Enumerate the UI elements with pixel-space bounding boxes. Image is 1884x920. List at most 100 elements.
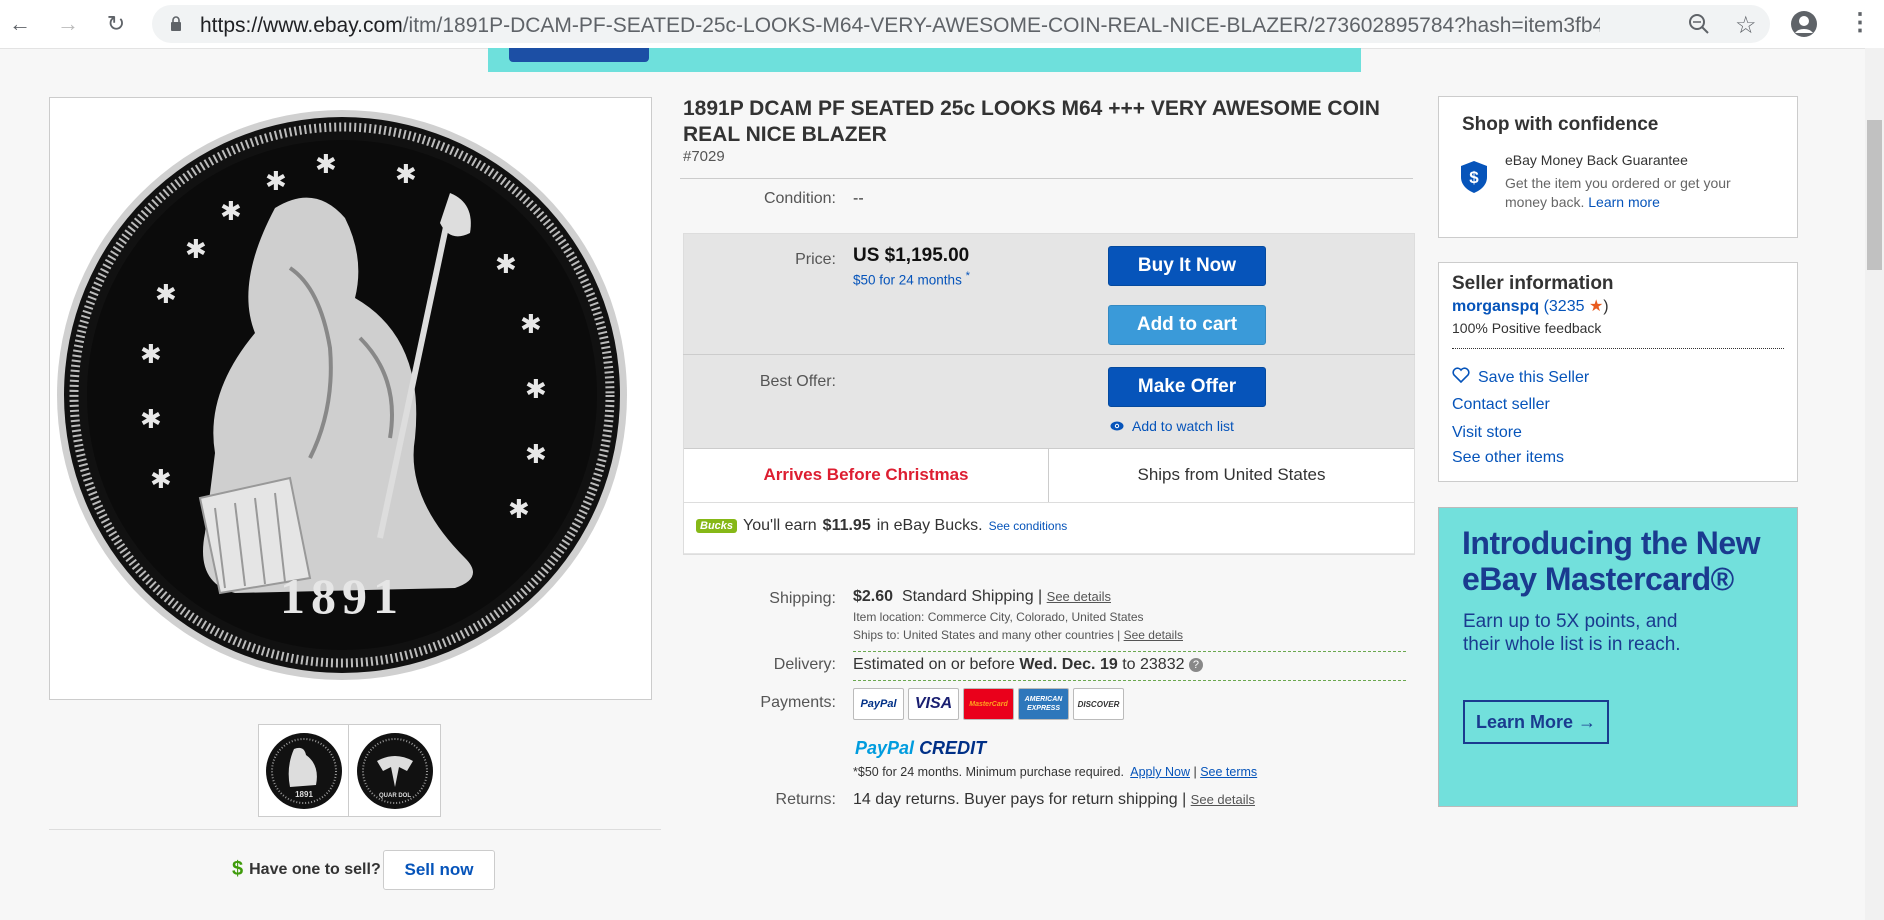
item-number: #7029 (683, 148, 725, 165)
add-to-cart-button[interactable]: Add to cart (1108, 305, 1266, 345)
visa-card-icon: VISA (908, 688, 959, 720)
divider (684, 502, 1414, 503)
dollar-icon: $ (232, 858, 244, 880)
discover-card-icon: DISCOVER (1073, 688, 1124, 720)
arrives-before-christmas: Arrives Before Christmas (763, 465, 969, 484)
svg-text:✱: ✱ (185, 234, 207, 264)
svg-text:✱: ✱ (520, 309, 542, 339)
returns-see-details-link[interactable]: See details (1191, 792, 1255, 807)
ad-headline: Introducing the New eBay Mastercard® (1462, 525, 1761, 597)
best-offer-label: Best Offer: (759, 373, 836, 390)
svg-text:QUAR DOL: QUAR DOL (379, 793, 411, 799)
svg-text:✱: ✱ (150, 464, 172, 494)
item-location: Item location: Commerce City, Colorado, … (853, 610, 1144, 624)
banner-card-image (509, 48, 649, 62)
learn-more-link[interactable]: Learn more (1588, 194, 1660, 210)
svg-text:✱: ✱ (140, 404, 162, 434)
positive-feedback: 100% Positive feedback (1452, 320, 1602, 336)
have-one-to-sell-text: Have one to sell? (249, 860, 381, 878)
bucks-post: in eBay Bucks. (876, 517, 983, 534)
feedback-score-link[interactable]: (3235 ★) (1544, 298, 1609, 315)
svg-text:✱: ✱ (140, 339, 162, 369)
account-icon[interactable] (1790, 10, 1818, 43)
shipping-line: $2.60 Standard Shipping | See details (853, 588, 1111, 606)
shipping-method: Standard Shipping | (901, 588, 1043, 605)
main-item-image[interactable]: ✱ ✱ ✱ ✱ ✱ ✱ ✱ ✱ ✱ ✱ ✱ ✱ ✱ ✱ 1891 (49, 97, 652, 700)
add-to-watch-list-link[interactable]: Add to watch list (1110, 418, 1234, 434)
divider (1452, 348, 1784, 349)
ships-to-text: Ships to: United States and many other c… (853, 628, 1121, 642)
have-one-to-sell: $ Have one to sell? (232, 858, 381, 881)
financing-link[interactable]: $50 for 24 months * (853, 270, 970, 288)
reload-icon[interactable]: ↻ (100, 8, 132, 40)
thumbnail-strip: 1891 QUAR DOL (258, 724, 441, 817)
save-seller-text[interactable]: Save this Seller (1478, 369, 1589, 387)
money-back-guarantee: eBay Money Back Guarantee (1505, 152, 1688, 168)
thumbnail-back[interactable]: QUAR DOL (350, 725, 439, 816)
heart-icon (1452, 367, 1470, 388)
feedback-score[interactable]: (3235 (1544, 298, 1585, 315)
help-icon[interactable]: ? (1188, 657, 1203, 672)
financing-text[interactable]: $50 for 24 months (853, 273, 962, 288)
make-offer-button[interactable]: Make Offer (1108, 367, 1266, 407)
apply-now-link[interactable]: Apply Now (1130, 765, 1190, 779)
seller-name-link[interactable]: morganspq (1452, 298, 1539, 315)
see-other-items-link[interactable]: See other items (1452, 449, 1564, 467)
bucks-amount: $11.95 (822, 517, 871, 534)
svg-text:✱: ✱ (508, 494, 530, 524)
buy-it-now-button[interactable]: Buy It Now (1108, 246, 1266, 286)
scrollbar-thumb[interactable] (1867, 120, 1882, 270)
svg-text:✱: ✱ (525, 374, 547, 404)
seller-name-line: morganspq (3235 ★) (1452, 296, 1609, 316)
see-terms-link[interactable]: See terms (1200, 765, 1257, 779)
bucks-pre: You'll earn (743, 517, 817, 534)
zoom-icon[interactable] (1688, 13, 1710, 40)
ad-subtext: Earn up to 5X points, and their whole li… (1463, 611, 1681, 655)
thumbnail-front[interactable]: 1891 (259, 725, 349, 816)
divider (853, 651, 1406, 652)
forward-arrow-icon[interactable]: → (52, 8, 84, 40)
shield-dollar-icon: $ (1459, 160, 1489, 194)
address-bar[interactable]: https://www.ebay.com/itm/1891P-DCAM-PF-S… (152, 5, 1770, 43)
see-conditions-link[interactable]: See conditions (989, 519, 1068, 533)
svg-text:$: $ (1469, 168, 1479, 187)
sell-now-button[interactable]: Sell now (383, 850, 495, 890)
visit-store-link[interactable]: Visit store (1452, 424, 1522, 442)
svg-text:1891: 1891 (295, 790, 313, 799)
returns-text: 14 day returns. Buyer pays for return sh… (853, 791, 1187, 808)
paypal-note-text: *$50 for 24 months. Minimum purchase req… (853, 765, 1124, 779)
bucks-logo: Bucks (696, 519, 738, 533)
svg-text:✱: ✱ (315, 149, 337, 179)
bookmark-star-icon[interactable]: ☆ (1735, 11, 1757, 40)
svg-text:✱: ✱ (395, 159, 417, 189)
paypal-credit-logo: PayPal CREDIT (855, 738, 986, 759)
back-arrow-icon[interactable]: ← (4, 8, 36, 40)
coin-year-text: 1891 (280, 568, 404, 624)
eye-icon (1110, 418, 1124, 434)
url-text[interactable]: https://www.ebay.com/itm/1891P-DCAM-PF-S… (200, 14, 1600, 38)
ad-learn-more-button[interactable]: Learn More → (1463, 700, 1609, 744)
watch-text[interactable]: Add to watch list (1132, 418, 1234, 434)
money-back-description: Get the item you ordered or get your mon… (1505, 174, 1775, 212)
shop-with-confidence-title: Shop with confidence (1462, 114, 1659, 135)
seller-information-title: Seller information (1452, 273, 1614, 294)
ships-to-details-link[interactable]: See details (1124, 628, 1183, 642)
item-title: 1891P DCAM PF SEATED 25c LOOKS M64 +++ V… (683, 97, 1380, 146)
divider (680, 178, 1413, 179)
financing-mark: * (965, 270, 970, 282)
score-close: ) (1603, 298, 1609, 315)
ships-from: Ships from United States (1137, 465, 1326, 484)
price-label: Price: (795, 251, 836, 268)
divider (49, 829, 661, 830)
svg-text:✱: ✱ (525, 439, 547, 469)
contact-seller-link[interactable]: Contact seller (1452, 396, 1550, 414)
condition-label: Condition: (763, 190, 836, 207)
menu-kebab-icon[interactable]: ⋮ (1848, 8, 1872, 37)
ebay-bucks-line: Bucks You'll earn $11.95 in eBay Bucks. … (696, 517, 1067, 535)
condition-value: -- (853, 190, 864, 207)
save-seller-link[interactable]: Save this Seller (1452, 367, 1589, 388)
shipping-see-details-link[interactable]: See details (1047, 589, 1111, 604)
delivery-label: Delivery: (773, 656, 836, 673)
divider (683, 354, 1415, 355)
mastercard-icon: MasterCard (963, 688, 1014, 720)
